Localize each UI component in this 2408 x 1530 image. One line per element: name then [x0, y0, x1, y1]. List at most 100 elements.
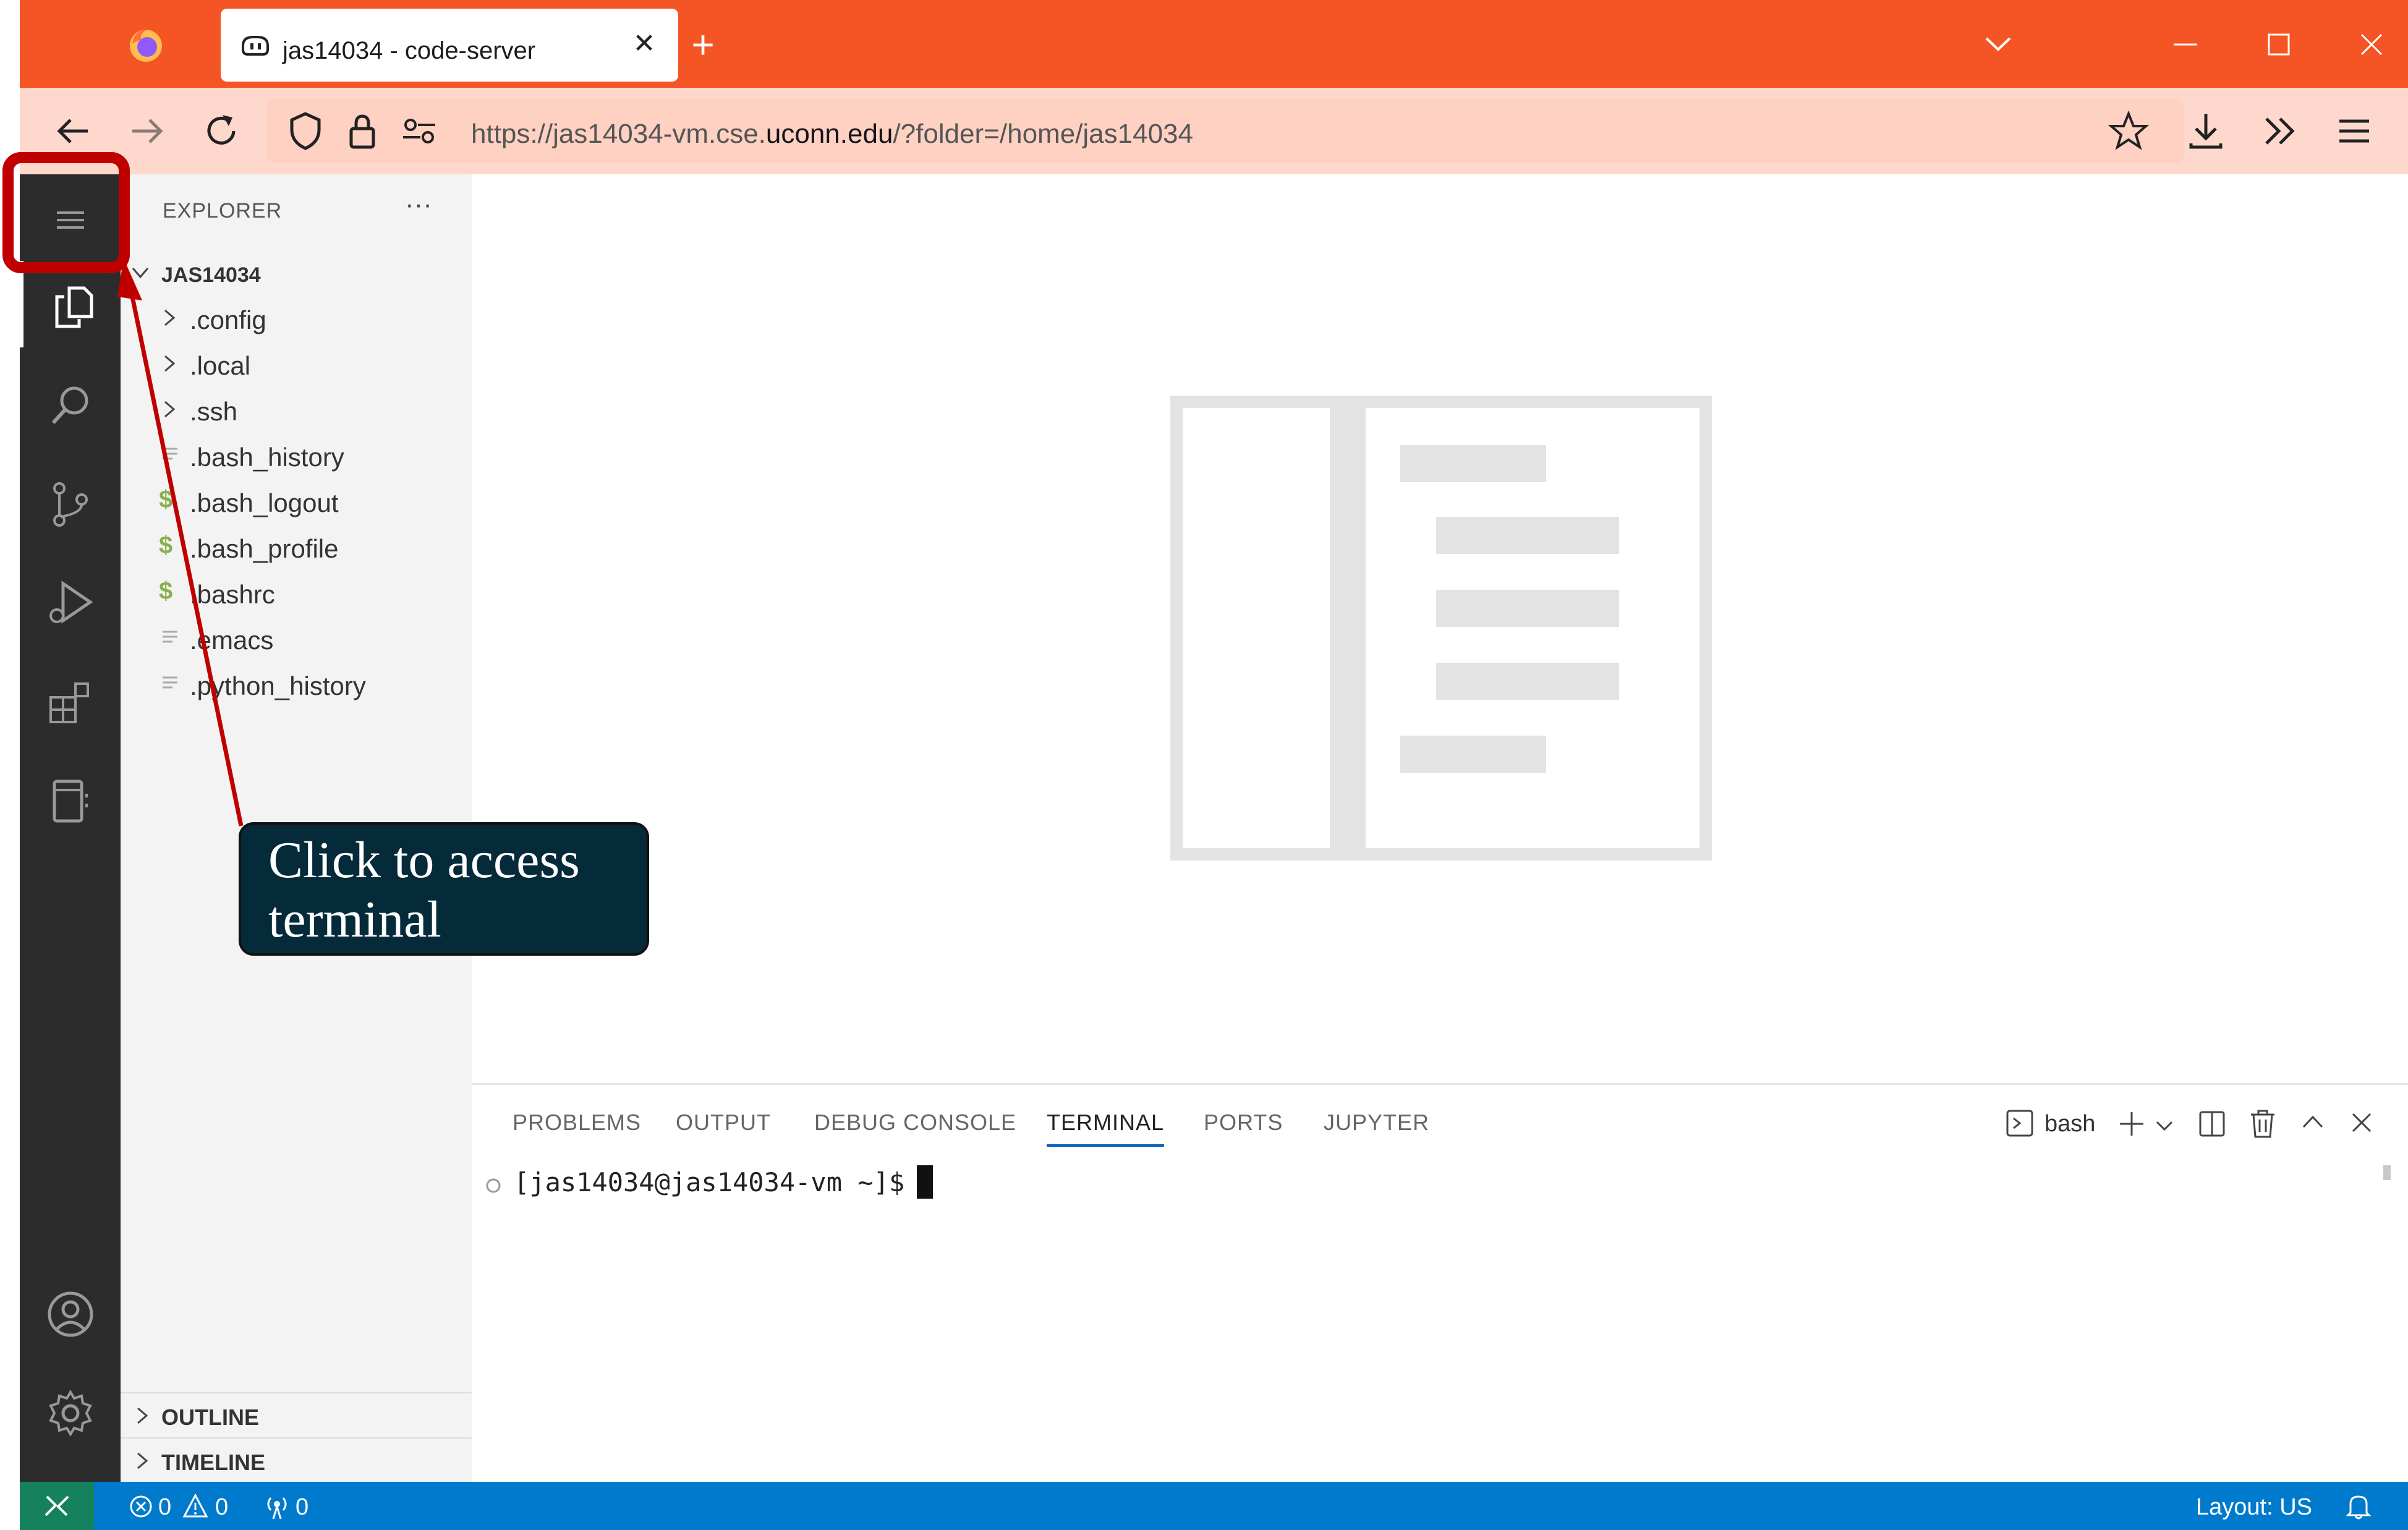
files-icon [55, 286, 93, 328]
gear-icon [49, 1390, 92, 1437]
ports-count: 0 [296, 1494, 309, 1520]
remote-indicator-button[interactable] [20, 1482, 94, 1530]
chevron-down-icon[interactable] [2153, 1115, 2176, 1137]
browser-tab-active[interactable]: jas14034 - code-server ✕ [221, 9, 678, 82]
url-domain: uconn.edu [765, 119, 893, 149]
search-view-button[interactable] [20, 360, 121, 446]
trash-icon[interactable] [2247, 1107, 2278, 1139]
tree-item-label: .bash_logout [190, 488, 339, 517]
manage-button[interactable] [20, 1367, 121, 1454]
tree-item-label: .bash_history [190, 443, 344, 472]
tree-item-folder[interactable]: .config [121, 297, 472, 340]
tab-title: jas14034 - code-server [283, 37, 536, 64]
permissions-icon[interactable] [397, 109, 441, 153]
timeline-section[interactable]: TIMELINE [121, 1437, 472, 1482]
accounts-button[interactable] [20, 1269, 121, 1355]
close-panel-icon[interactable] [2347, 1108, 2376, 1137]
terminal-prompt: [jas14034@jas14034-vm ~]$ [514, 1167, 905, 1197]
tab-terminal[interactable]: TERMINAL [1047, 1110, 1165, 1147]
shell-file-icon: $ [159, 577, 173, 605]
text-file-icon [163, 676, 177, 689]
new-tab-button[interactable]: + [684, 25, 721, 64]
reload-icon[interactable] [199, 109, 244, 153]
tree-item-file[interactable]: $ .bash_logout [121, 480, 472, 523]
extensions-icon [49, 682, 89, 723]
callout-line-2: terminal [268, 891, 441, 948]
code-server-watermark-icon [1170, 396, 1712, 861]
explorer-view-button[interactable] [20, 261, 121, 347]
tab-jupyter[interactable]: JUPYTER [1324, 1110, 1429, 1136]
menu-icon[interactable] [2332, 109, 2376, 153]
shell-name: bash [2044, 1111, 2096, 1137]
tree-item-label: .bashrc [190, 580, 275, 609]
tab-debug-console[interactable]: DEBUG CONSOLE [814, 1110, 1016, 1136]
more-actions-icon[interactable]: ··· [405, 189, 432, 220]
terminal-cursor [917, 1165, 934, 1199]
lock-icon[interactable] [340, 109, 385, 153]
browser-nav-bar: https://jas14034-vm.cse.uconn.edu/?folde… [20, 88, 2408, 174]
editor-area[interactable] [472, 174, 2408, 1083]
problems-status[interactable]: 0 0 [106, 1482, 255, 1530]
close-window-icon[interactable] [2358, 31, 2385, 58]
tree-item-folder[interactable]: .ssh [121, 388, 472, 431]
split-terminal-icon[interactable] [2197, 1108, 2227, 1139]
tree-item-label: .python_history [190, 671, 366, 700]
remote-explorer-view-button[interactable] [20, 755, 121, 842]
new-terminal-icon[interactable] [2116, 1108, 2147, 1139]
downloads-icon[interactable] [2184, 109, 2228, 153]
run-debug-view-button[interactable] [20, 558, 121, 644]
outline-section[interactable]: OUTLINE [121, 1392, 472, 1437]
extensions-view-button[interactable] [20, 657, 121, 743]
list-all-tabs-icon[interactable] [1983, 31, 2014, 56]
bottom-panel: PROBLEMS OUTPUT DEBUG CONSOLE TERMINAL P… [472, 1083, 2408, 1482]
keyboard-layout[interactable]: Layout: US [2196, 1494, 2312, 1521]
back-icon[interactable] [51, 109, 95, 153]
tab-output[interactable]: OUTPUT [676, 1110, 771, 1136]
ports-status[interactable]: 0 [261, 1482, 323, 1530]
address-bar[interactable]: https://jas14034-vm.cse.uconn.edu/?folde… [267, 99, 2184, 163]
chevron-right-icon [164, 355, 176, 372]
tree-item-label: .ssh [190, 397, 238, 426]
minimize-icon[interactable] [2170, 31, 2201, 56]
close-tab-icon[interactable]: ✕ [629, 28, 660, 59]
tab-problems[interactable]: PROBLEMS [513, 1110, 641, 1136]
tab-ports[interactable]: PORTS [1204, 1110, 1283, 1136]
shell-file-icon: $ [159, 532, 173, 559]
tree-item-file[interactable]: .emacs [121, 617, 472, 660]
tree-item-file[interactable]: .bash_history [121, 434, 472, 477]
text-file-icon [163, 448, 177, 460]
tree-item-file[interactable]: .python_history [121, 663, 472, 706]
tree-item-folder[interactable]: .local [121, 342, 472, 386]
terminal-selector[interactable]: bash [2005, 1103, 2104, 1141]
chevron-right-icon [137, 1407, 148, 1424]
chevron-down-icon [132, 268, 149, 279]
tree-item-file[interactable]: $ .bash_profile [121, 525, 472, 569]
callout-line-1: Click to access [268, 831, 580, 889]
shield-icon[interactable] [283, 109, 328, 153]
error-icon [130, 1495, 152, 1518]
command-status-icon [486, 1178, 501, 1193]
root-folder[interactable]: JAS14034 [121, 252, 472, 295]
source-control-view-button[interactable] [20, 459, 121, 545]
bell-icon[interactable] [2344, 1492, 2373, 1520]
firefox-icon[interactable] [126, 25, 166, 64]
maximize-panel-icon[interactable] [2299, 1108, 2327, 1137]
terminal-output[interactable]: [jas14034@jas14034-vm ~]$ [514, 1165, 934, 1199]
highlight-box [2, 152, 130, 273]
tree-item-file[interactable]: $ .bashrc [121, 571, 472, 614]
url-prefix: https://jas14034-vm.cse. [471, 119, 766, 149]
chevron-right-icon [164, 309, 176, 326]
forward-icon[interactable] [125, 109, 169, 153]
url-text[interactable]: https://jas14034-vm.cse.uconn.edu/?folde… [471, 119, 1193, 150]
remote-icon [45, 1495, 69, 1516]
chevron-right-icon [137, 1452, 148, 1469]
activity-bar [20, 174, 121, 1482]
maximize-icon[interactable] [2265, 31, 2292, 58]
browser-tab-bar: jas14034 - code-server ✕ + [20, 0, 2408, 88]
root-folder-label: JAS14034 [161, 263, 261, 287]
terminal-scrollbar[interactable] [2383, 1165, 2391, 1180]
tree-item-label: .local [190, 351, 251, 380]
bookmark-star-icon[interactable] [2106, 109, 2151, 153]
terminal-icon [2006, 1110, 2033, 1137]
overflow-chevron-icon[interactable] [2258, 109, 2302, 153]
